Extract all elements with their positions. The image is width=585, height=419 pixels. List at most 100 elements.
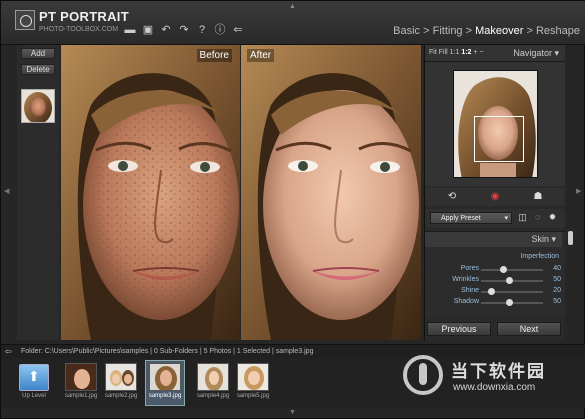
current-photo-thumbnail[interactable] (21, 89, 55, 124)
watermark-text: 当下软件园 (451, 362, 546, 381)
rotate-icon[interactable]: ⟲ (445, 190, 459, 204)
slider-knob[interactable] (488, 288, 495, 295)
navigator-header: Fit Fill 1:1 1:2 + − Navigator ▾ (425, 45, 565, 62)
slider-value: 50 (553, 298, 561, 305)
redo-icon[interactable]: ↷ (178, 24, 190, 36)
watermark-url: www.downxia.com (453, 382, 536, 393)
mask-icon[interactable]: ☗ (531, 190, 545, 204)
navigator-preview (425, 62, 565, 186)
slider-value: 40 (553, 265, 561, 272)
zoom-1-1-button[interactable]: 1:1 (450, 49, 460, 56)
app-title: PT PORTRAIT (39, 9, 129, 24)
film-thumb-1[interactable] (65, 363, 97, 391)
apply-preset-label: Apply Preset (441, 215, 481, 222)
breadcrumb-separator: > (420, 25, 433, 37)
collapse-right-icon[interactable]: ▶ (576, 187, 581, 195)
header-bar: ▲ PT PORTRAIT PHOTO-TOOLBOX.COM ▬ ▣ ↶ ↷ … (1, 1, 585, 45)
app-subtitle: PHOTO-TOOLBOX.COM (39, 26, 119, 33)
settings-panel: Fit Fill 1:1 1:2 + − Navigator ▾ ⟲ ◉ ☗ A… (424, 45, 565, 341)
info-icon[interactable]: ⓘ (214, 24, 226, 36)
slider-label: Shadow (453, 298, 479, 305)
film-thumb-2[interactable] (105, 363, 137, 391)
after-photo[interactable]: After (241, 45, 421, 340)
navigator-viewport-rect[interactable] (474, 116, 524, 162)
navigator-title-text: Navigator (513, 48, 552, 58)
breadcrumb-fitting[interactable]: Fitting (433, 25, 463, 37)
breadcrumb-separator: > (523, 25, 536, 37)
skin-panel: Skin ▾ Imperfection Pores 40 Wrinkles 50… (425, 231, 565, 317)
view-tools: ⟲ ◉ ☗ (425, 188, 565, 206)
slider-shine[interactable]: Shine 20 (425, 287, 565, 296)
breadcrumb-reshape[interactable]: Reshape (536, 25, 580, 37)
folder-nav-icon[interactable]: ⇦ (5, 347, 12, 356)
slider-track[interactable] (481, 269, 543, 271)
chevron-down-icon: ▾ (551, 234, 556, 244)
up-level-button[interactable] (19, 364, 49, 391)
skin-title: Skin ▾ (531, 234, 556, 245)
slider-knob[interactable] (506, 299, 513, 306)
pt-portrait-window: ▲ PT PORTRAIT PHOTO-TOOLBOX.COM ▬ ▣ ↶ ↷ … (0, 0, 585, 419)
slider-label: Pores (460, 265, 479, 272)
zoom-controls: Fit Fill 1:1 1:2 + − (429, 49, 484, 56)
up-level-label: Up Level (22, 393, 46, 399)
slider-knob[interactable] (506, 277, 513, 284)
preset-row: Apply Preset ▾ ◫ ◌ ✹ (425, 209, 565, 227)
open-icon[interactable]: ▬ (124, 24, 136, 36)
app-logo-icon (15, 10, 35, 30)
zoom-fill-button[interactable]: Fill (439, 49, 448, 56)
slider-value: 50 (553, 276, 561, 283)
watermark-logo-icon (403, 355, 443, 395)
film-thumb-3-selected[interactable] (149, 363, 181, 391)
after-label: After (247, 49, 275, 62)
film-thumb-5[interactable] (237, 363, 269, 391)
film-caption-5: sample5.jpg (236, 393, 270, 399)
imperfection-section-title: Imperfection (520, 253, 559, 260)
film-caption-4: sample4.jpg (196, 393, 230, 399)
previous-button[interactable]: Previous (427, 322, 491, 336)
delete-button[interactable]: Delete (21, 64, 55, 75)
save-icon[interactable]: ▣ (142, 24, 154, 36)
save-preset-icon[interactable]: ◫ (517, 212, 528, 223)
breadcrumb: Basic > Fitting > Makeover > Reshape (393, 25, 580, 37)
zoom-1-2-button[interactable]: 1:2 (461, 49, 471, 56)
zoom-fit-button[interactable]: Fit (429, 49, 437, 56)
skin-title-text: Skin (531, 234, 549, 244)
breadcrumb-makeover[interactable]: Makeover (475, 25, 523, 37)
panel-scrollbar[interactable] (568, 231, 573, 245)
skin-header[interactable]: Skin ▾ (425, 232, 562, 247)
slider-knob[interactable] (500, 266, 507, 273)
add-button[interactable]: Add (21, 48, 55, 59)
undo-icon[interactable]: ↶ (160, 24, 172, 36)
navigator-title[interactable]: Navigator ▾ (513, 48, 559, 59)
help-icon[interactable]: ? (196, 24, 208, 36)
before-label: Before (196, 49, 232, 62)
photo-list-panel: Add Delete (17, 45, 59, 340)
zoom-out-button[interactable]: − (479, 49, 483, 56)
folder-path: Folder: C:\Users\Public\Pictures\samples… (21, 348, 314, 355)
film-caption-3: sample3.jpg (148, 393, 182, 399)
slider-shadow[interactable]: Shadow 50 (425, 298, 565, 307)
red-eye-icon[interactable]: ◉ (488, 190, 502, 204)
folder-bar: ⇦ Folder: C:\Users\Public\Pictures\sampl… (1, 344, 585, 358)
reset-icon[interactable]: ◌ (532, 212, 543, 223)
zoom-in-button[interactable]: + (473, 49, 477, 56)
before-photo[interactable]: Before (61, 45, 240, 340)
breadcrumb-basic[interactable]: Basic (393, 25, 420, 37)
apply-preset-dropdown[interactable]: Apply Preset ▾ (430, 212, 512, 224)
next-button[interactable]: Next (497, 322, 561, 336)
chevron-down-icon: ▾ (554, 48, 559, 58)
collapse-left-icon[interactable]: ◀ (4, 187, 9, 195)
chevron-down-icon: ▾ (504, 215, 508, 222)
collapse-top-icon[interactable]: ▲ (289, 3, 296, 10)
slider-value: 20 (553, 287, 561, 294)
slider-pores[interactable]: Pores 40 (425, 265, 565, 274)
breadcrumb-separator: > (462, 25, 476, 37)
film-caption-1: sample1.jpg (64, 393, 98, 399)
slider-label: Wrinkles (452, 276, 479, 283)
collapse-bottom-icon[interactable]: ▼ (289, 409, 296, 416)
gear-icon[interactable]: ✹ (547, 212, 558, 223)
film-thumb-4[interactable] (197, 363, 229, 391)
navigator-image[interactable] (453, 70, 538, 178)
exit-icon[interactable]: ⇐ (232, 24, 244, 36)
slider-wrinkles[interactable]: Wrinkles 50 (425, 276, 565, 285)
